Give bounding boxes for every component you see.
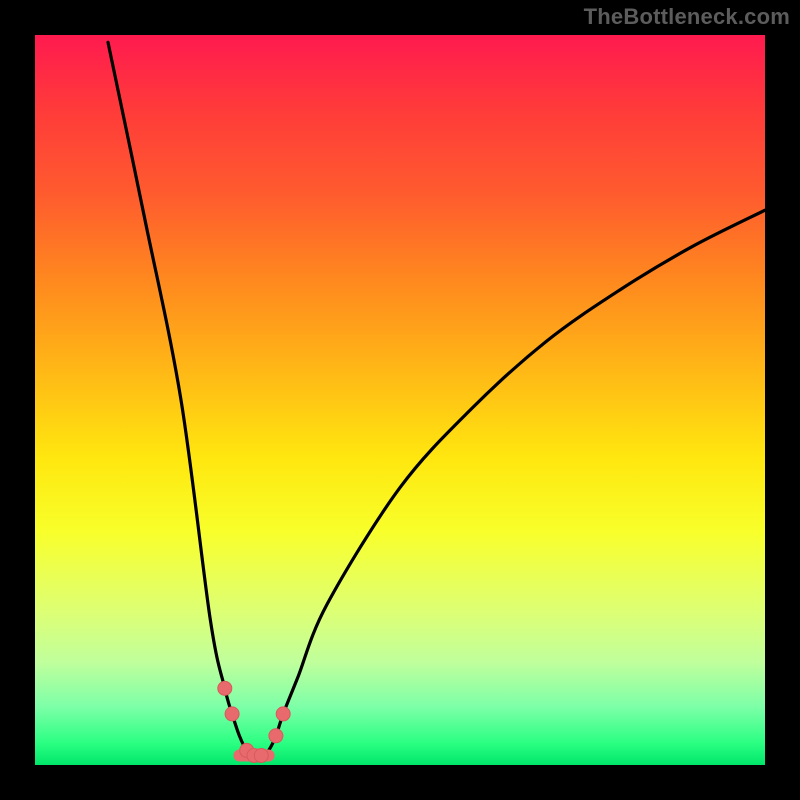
curve-marker bbox=[225, 707, 239, 721]
curve-marker bbox=[269, 729, 283, 743]
curve-marker bbox=[276, 707, 290, 721]
plot-area bbox=[35, 35, 765, 765]
bottleneck-curve-path bbox=[108, 42, 765, 756]
chart-frame: TheBottleneck.com bbox=[0, 0, 800, 800]
bottleneck-chart bbox=[35, 35, 765, 765]
curve-marker bbox=[254, 749, 268, 763]
watermark-text: TheBottleneck.com bbox=[584, 4, 790, 30]
curve-marker bbox=[218, 681, 232, 695]
